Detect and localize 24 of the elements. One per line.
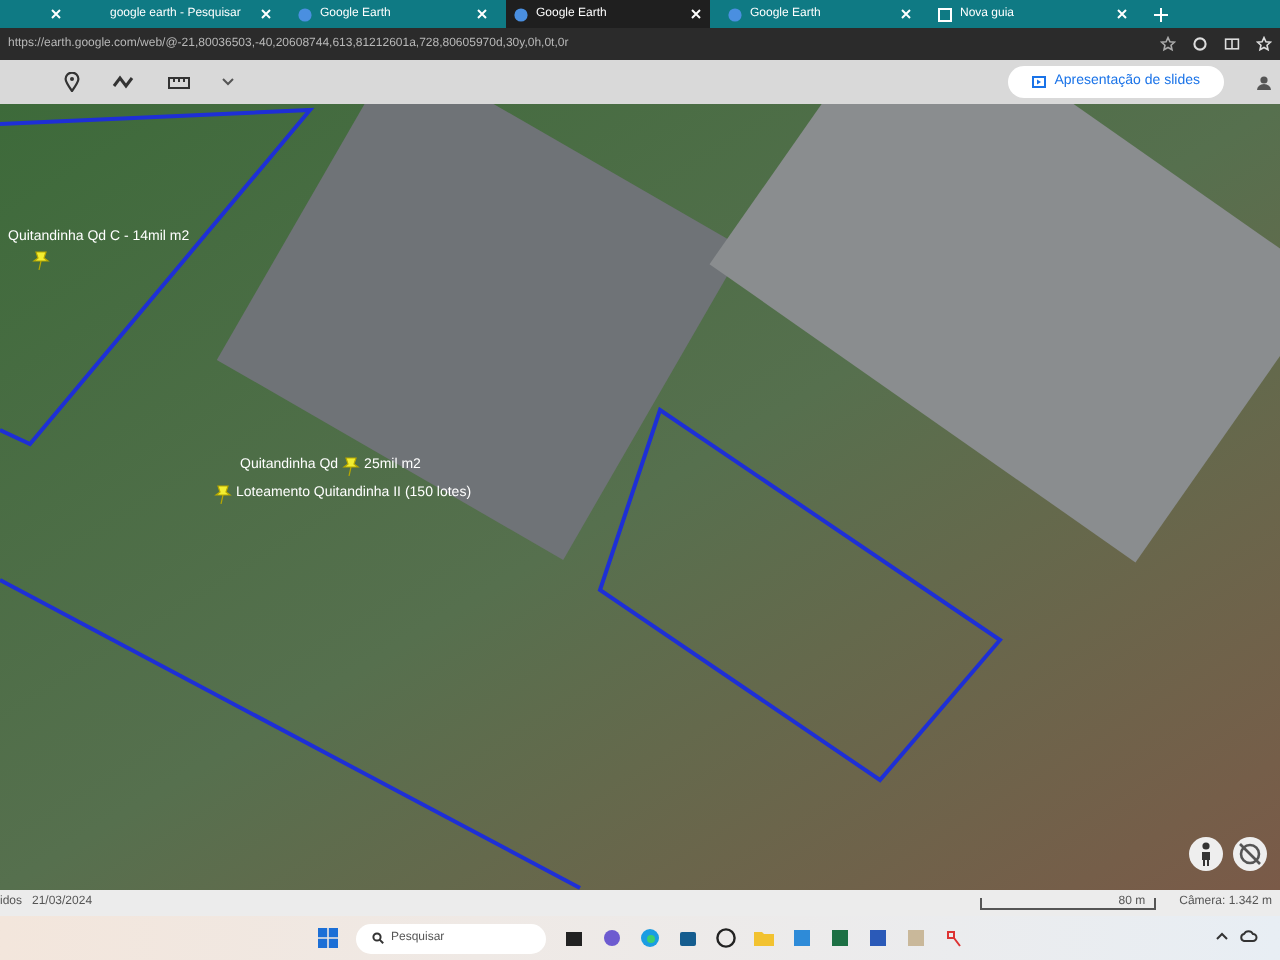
- windows-start-icon[interactable]: [317, 928, 337, 948]
- slideshow-icon: [1032, 76, 1047, 88]
- cloud-icon[interactable]: [1240, 930, 1258, 942]
- globe-icon: [728, 7, 742, 21]
- pushpin-icon: [214, 484, 232, 504]
- search-icon: [371, 932, 383, 944]
- split-screen-icon[interactable]: [1224, 36, 1240, 52]
- placemark-icon[interactable]: [64, 72, 80, 92]
- close-icon[interactable]: [690, 8, 702, 20]
- path-icon[interactable]: [112, 74, 136, 90]
- page-icon: [938, 7, 952, 21]
- account-icon[interactable]: [1256, 74, 1272, 90]
- pushpin-icon: [342, 456, 361, 476]
- chevron-up-icon[interactable]: [1216, 932, 1228, 940]
- star-icon[interactable]: [1160, 36, 1176, 52]
- ruler-icon[interactable]: [168, 75, 190, 89]
- globe-icon: [298, 7, 312, 21]
- globe-icon: [514, 7, 528, 21]
- caret-icon[interactable]: [222, 78, 234, 86]
- favorites-icon[interactable]: [1256, 36, 1272, 52]
- compass-icon[interactable]: [1232, 836, 1268, 872]
- person-icon[interactable]: [1188, 836, 1224, 872]
- new-tab-icon[interactable]: [1154, 7, 1168, 21]
- pushpin-icon: [32, 249, 50, 269]
